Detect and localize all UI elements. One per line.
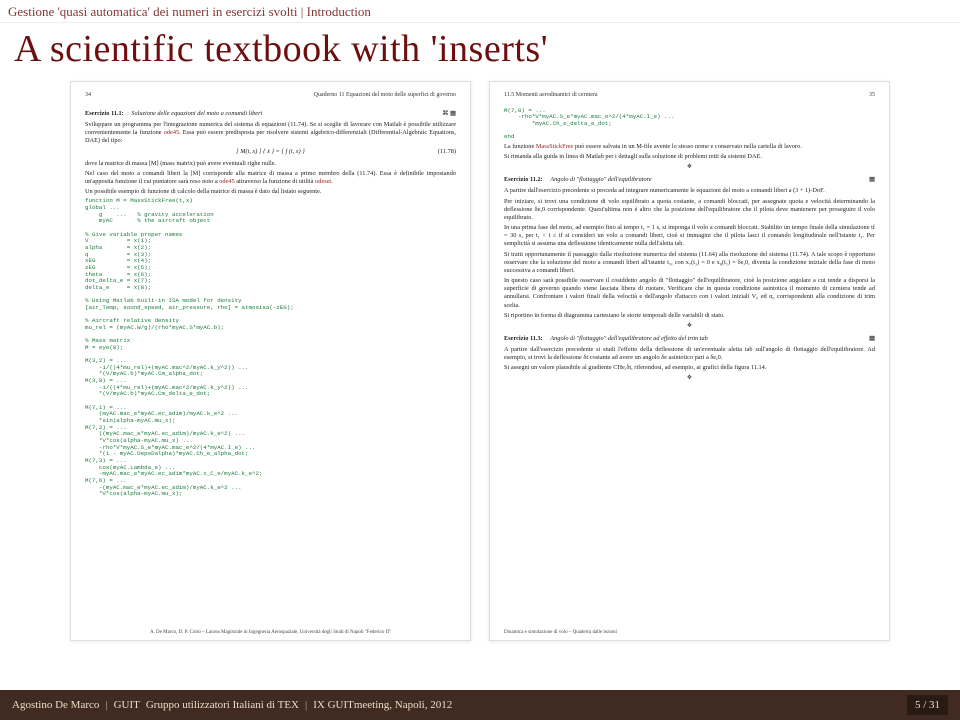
para: A partire dall'esercizio precedente si s… (504, 346, 875, 362)
page-footer-left: A. De Marco, D. P. Coiro – Laurea Magist… (85, 630, 456, 637)
equation-number: (11.78) (438, 148, 456, 156)
inline-code: ode45 (219, 178, 234, 185)
exercise-title: Soluzione delle equazioni del moto a com… (131, 110, 262, 118)
para: Si riportino in forma di diagramma carte… (504, 312, 875, 320)
page-right: DRAFT ver. 2012.a Copyright © A. De Marc… (489, 81, 890, 641)
breadcrumb-sub: Introduction (307, 4, 371, 19)
running-head-left: Quaderno 11 Equazioni del moto delle sup… (314, 92, 456, 100)
breadcrumb-section: Gestione 'quasi automatica' dei numeri i… (8, 4, 298, 19)
exercise-icon: ▦ (869, 335, 875, 343)
exercise-label: Esercizio 11.2: (504, 176, 543, 184)
page-number-left: 34 (85, 92, 91, 100)
para: dove la matrice di massa [M] (mass matri… (85, 160, 456, 168)
page-left: DRAFT ver. 2012.a Copyright © A. De Marc… (70, 81, 471, 641)
code-listing: M(7,8) = ... -rho*V*myAC.S_e*myAC.mac_e^… (504, 108, 875, 141)
para: In una prima fase del moto, ad esempio f… (504, 224, 875, 249)
para: Un possibile esempio di funzione di calc… (85, 188, 456, 196)
draft-watermark-right: DRAFT ver. 2012.a Copyright © A. De Marc… (887, 466, 890, 600)
exercise-icon: ▦ (869, 176, 875, 184)
exercise-title: Angolo di "flottaggio" dell'equilibrator… (550, 176, 651, 184)
separator-diamond: ❖ (504, 164, 875, 172)
separator-diamond: ❖ (504, 375, 875, 383)
running-head-right: 11.5 Momenti aerodinamici di cerniera (504, 92, 598, 100)
separator-diamond: ❖ (504, 323, 875, 331)
footer-author: Agostino De Marco (12, 699, 99, 711)
exercise-label: Esercizio 11.3: (504, 335, 543, 343)
inline-code: odeset (315, 178, 331, 185)
exercise-11-1-header: Esercizio 11.1: Soluzione delle equazion… (85, 110, 456, 118)
para: Si tratti opportunamente il passaggio da… (504, 251, 875, 276)
exercise-title: Angolo di "flottaggio" dell'equilibrator… (550, 335, 708, 343)
slide-page-number: 5 / 31 (907, 695, 948, 715)
para: Nel caso del moto a comandi liberi la [M… (85, 170, 456, 186)
draft-watermark-left: DRAFT ver. 2012.a Copyright © A. De Marc… (70, 466, 73, 600)
para: Sviluppare un programma per l'integrazio… (85, 121, 456, 146)
footer-group: Gruppo utilizzatori Italiani di TEX (146, 699, 299, 711)
para: A partire dall'esercizio precedente si p… (504, 187, 875, 195)
exercise-label: Esercizio 11.1: (85, 110, 124, 118)
breadcrumb: Gestione 'quasi automatica' dei numeri i… (0, 0, 960, 23)
page-number-right: 35 (869, 92, 875, 100)
page-footer-right: Dinamica e simulazione di volo – Quadern… (504, 630, 875, 637)
exercise-icons: ⌘ ▦ (442, 110, 456, 118)
footer-guit-logo: GUIT (114, 699, 140, 711)
footer-event: IX GUITmeeting, Napoli, 2012 (313, 699, 452, 711)
equation: [ M(t, x) ] { ẋ } = { f (t, x) }(11.78) (85, 148, 456, 156)
slide-title: A scientific textbook with 'inserts' (0, 23, 960, 81)
inline-code: MassStickFree (536, 143, 573, 150)
inline-code: ode45 (164, 129, 179, 136)
page-spread: DRAFT ver. 2012.a Copyright © A. De Marc… (0, 81, 960, 641)
exercise-11-2-header: Esercizio 11.2: Angolo di "flottaggio" d… (504, 176, 875, 184)
para: Per iniziare, si trovi una condizione di… (504, 198, 875, 223)
slide-footer: Agostino De Marco | GUIT Gruppo utilizza… (0, 690, 960, 720)
para: Si assegni un valore plausibile al gradi… (504, 364, 875, 372)
para: In questo caso sarà possibile osservare … (504, 277, 875, 310)
para: La funzione MassStickFree può essere sal… (504, 143, 875, 151)
exercise-11-3-header: Esercizio 11.3: Angolo di "flottaggio" d… (504, 335, 875, 343)
code-listing: function M = MassStickFree(t,x) global .… (85, 198, 456, 498)
para: Si rimanda alla guida in linea di Matlab… (504, 153, 875, 161)
